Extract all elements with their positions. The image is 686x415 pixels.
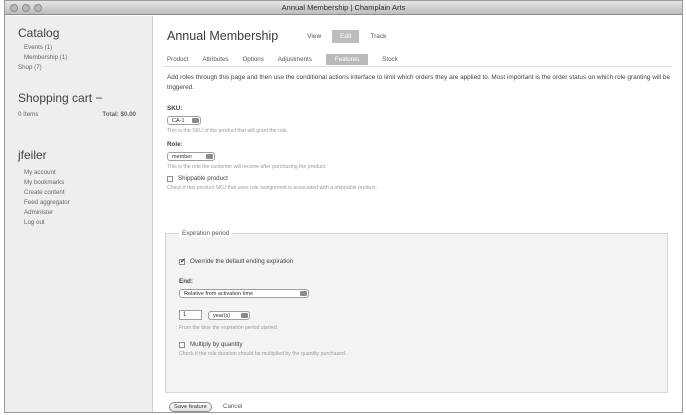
user-menu-heading: jfeiler xyxy=(18,148,47,162)
unit-select-value: year(s) xyxy=(213,312,231,319)
user-menu-list: My account My bookmarks Create content F… xyxy=(18,168,152,228)
window-title: Annual Membership | Champlain Arts xyxy=(281,3,406,12)
catalog-item-events[interactable]: Events (1) xyxy=(18,43,152,53)
multiply-checkbox[interactable] xyxy=(179,342,185,348)
main-content: Annual Membership View Edit Track Produc… xyxy=(153,16,682,412)
user-menu-administer[interactable]: Administer xyxy=(18,208,152,218)
secondary-tabs: Product Attributes Options Adjustments F… xyxy=(167,54,398,65)
browser-window: Annual Membership | Champlain Arts Catal… xyxy=(4,0,683,413)
catalog-heading: Catalog xyxy=(18,26,60,40)
primary-tabs: View Edit Track xyxy=(304,29,389,43)
save-feature-button[interactable]: Save feature xyxy=(169,402,212,412)
chevron-down-icon xyxy=(192,118,199,123)
tab-view[interactable]: View xyxy=(304,31,324,42)
subtab-stock[interactable]: Stock xyxy=(382,56,397,63)
title-bar: Annual Membership | Champlain Arts xyxy=(5,1,682,15)
sidebar: Catalog Events (1) Membership (1) Shop (… xyxy=(5,16,153,412)
user-menu-feed-aggregator[interactable]: Feed aggregator xyxy=(18,198,152,208)
user-menu-log-out[interactable]: Log out xyxy=(18,218,152,228)
end-select[interactable]: Relative from activation time xyxy=(179,289,309,298)
user-menu-my-account[interactable]: My account xyxy=(18,168,152,178)
chevron-down-icon xyxy=(241,313,248,318)
tab-edit[interactable]: Edit xyxy=(332,29,360,43)
unit-select[interactable]: year(s) xyxy=(208,311,250,320)
override-label: Override the default ending expiration xyxy=(190,258,294,265)
catalog-list: Events (1) Membership (1) Shop (7) xyxy=(18,43,152,73)
sku-select[interactable]: CA-1 xyxy=(167,116,201,125)
tab-track[interactable]: Track xyxy=(367,31,389,42)
page-title: Annual Membership xyxy=(167,29,279,43)
expiration-legend: Expiration period xyxy=(179,230,233,237)
catalog-item-membership[interactable]: Membership (1) xyxy=(18,53,152,63)
multiply-description: Check if the role duration should be mul… xyxy=(179,351,347,357)
shippable-description: Check if this product SKU that uses role… xyxy=(167,185,377,191)
subtab-attributes[interactable]: Attributes xyxy=(202,56,228,63)
chevron-down-icon xyxy=(300,291,307,296)
cart-summary: 0 Items Total: $0.00 xyxy=(18,111,136,118)
cancel-link[interactable]: Cancel xyxy=(223,403,242,410)
end-label: End: xyxy=(179,278,193,285)
shippable-label: Shippable product xyxy=(178,175,228,182)
cart-total: Total: $0.00 xyxy=(102,111,136,118)
chevron-down-icon xyxy=(206,154,213,159)
subtab-features[interactable]: Features xyxy=(325,54,369,65)
role-description: This is the role the customer will recei… xyxy=(167,164,327,170)
catalog-item-shop[interactable]: Shop (7) xyxy=(18,63,152,73)
cart-items-count: 0 Items xyxy=(18,111,39,118)
subtab-options[interactable]: Options xyxy=(242,56,263,63)
role-select[interactable]: member xyxy=(167,152,215,161)
tabs-divider xyxy=(163,66,672,67)
sku-description: This is the SKU of the product that will… xyxy=(167,128,289,134)
sku-select-value: CA-1 xyxy=(172,117,185,124)
shopping-cart-heading[interactable]: Shopping cart − xyxy=(18,91,152,105)
sku-label: SKU: xyxy=(167,105,183,112)
user-menu-my-bookmarks[interactable]: My bookmarks xyxy=(18,178,152,188)
end-select-value: Relative from activation time xyxy=(184,290,254,297)
override-checkbox[interactable] xyxy=(179,257,186,265)
page-header: Annual Membership View Edit Track xyxy=(167,29,389,43)
subtab-adjustments[interactable]: Adjustments xyxy=(278,56,312,63)
role-label: Role: xyxy=(167,141,183,148)
quantity-input[interactable]: 1 xyxy=(179,310,202,320)
quantity-description: From the time the expiration period star… xyxy=(179,325,279,331)
user-menu-create-content[interactable]: Create content xyxy=(18,188,152,198)
multiply-label: Multiply by quantity xyxy=(190,341,243,348)
subtab-product[interactable]: Product xyxy=(167,56,188,63)
shippable-checkbox[interactable] xyxy=(167,176,173,182)
role-select-value: member xyxy=(172,153,193,160)
intro-text: Add roles through this page and then use… xyxy=(167,74,671,91)
